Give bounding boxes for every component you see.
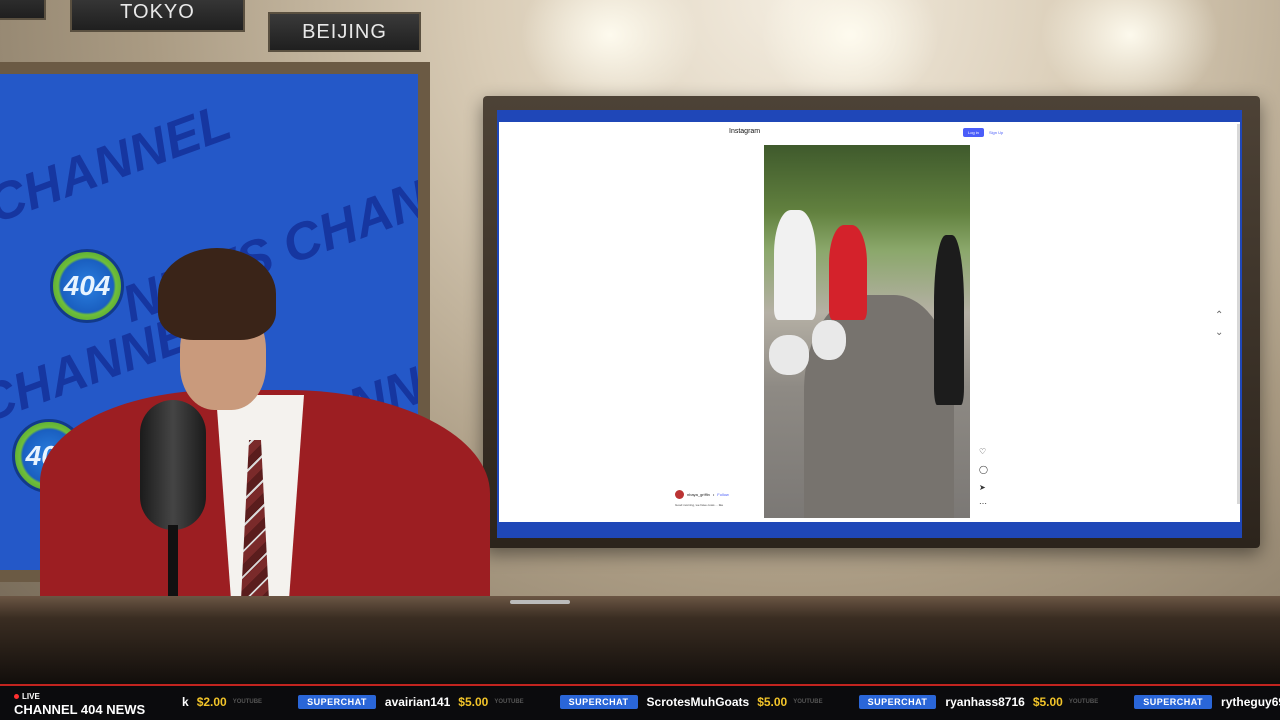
live-dot-icon xyxy=(14,694,19,699)
superchat-badge: SUPERCHAT xyxy=(559,695,638,709)
ticker-brand: LIVE CHANNEL 404 NEWS xyxy=(0,686,176,720)
avatar[interactable] xyxy=(675,490,684,499)
person-white-shirt xyxy=(774,210,816,320)
donation-source: YOUTUBE xyxy=(232,699,263,705)
live-label: LIVE xyxy=(22,692,40,701)
ticker-item: SUPERCHAT rytheguy691 xyxy=(1134,695,1280,709)
spotlight xyxy=(760,0,940,110)
donation-source: YOUTUBE xyxy=(1068,699,1099,705)
donation-source: YOUTUBE xyxy=(793,699,823,705)
post-author: nbaya_griffin • Follow xyxy=(675,490,729,499)
donor-name: ScrotesMuhGoats xyxy=(646,695,750,709)
donation-amount: $5.00 xyxy=(757,695,788,709)
chevron-up-icon[interactable]: ⌃ xyxy=(1215,310,1223,321)
watermark-text: CHANNEL xyxy=(0,93,239,235)
superchat-badge: SUPERCHAT xyxy=(298,695,376,709)
share-icon[interactable]: ➤ xyxy=(979,483,986,492)
microphone-icon xyxy=(140,400,206,530)
comment-icon[interactable]: ◯ xyxy=(979,465,988,474)
more-icon[interactable]: ⋯ xyxy=(979,499,987,508)
post-username[interactable]: nbaya_griffin xyxy=(687,492,710,497)
superchat-badge: SUPERCHAT xyxy=(858,695,937,709)
donor-name: avairian141 xyxy=(384,695,451,709)
donor-name: rytheguy691 xyxy=(1221,695,1280,709)
ticker-item: k $2.00 YOUTUBE xyxy=(182,695,262,709)
post-caption: Good morning, we have cows ... like xyxy=(675,503,724,507)
follow-button[interactable]: Follow xyxy=(717,492,729,497)
superchat-badge: SUPERCHAT xyxy=(1134,695,1213,709)
ticker-item: SUPERCHAT ryanhass8716 $5.00 YOUTUBE xyxy=(858,695,1099,709)
goat xyxy=(812,320,846,360)
goat xyxy=(769,335,809,375)
donation-source: YOUTUBE xyxy=(494,699,524,705)
superchat-ticker: LIVE CHANNEL 404 NEWS k $2.00 YOUTUBE SU… xyxy=(0,684,1280,720)
spotlight xyxy=(520,0,700,110)
live-indicator: LIVE xyxy=(14,692,176,701)
city-sign-tokyo: TOKYO xyxy=(70,0,245,32)
post-video[interactable] xyxy=(764,145,970,518)
heart-icon[interactable]: ♡ xyxy=(979,447,986,456)
news-studio-scene: TOKYO BEIJING CHANNEL NEWS CHANNEL CHANN… xyxy=(0,0,1280,720)
donation-amount: $5.00 xyxy=(458,695,489,709)
signup-link[interactable]: Sign Up xyxy=(989,130,1003,135)
city-sign-partial xyxy=(0,0,46,20)
anchor-hair xyxy=(158,248,276,340)
page-scrollbar[interactable] xyxy=(1237,124,1240,504)
chevron-down-icon[interactable]: ⌄ xyxy=(1215,327,1223,338)
ticker-items: k $2.00 YOUTUBE SUPERCHAT avairian141 $5… xyxy=(182,695,1280,709)
news-anchor xyxy=(40,240,500,620)
donor-name: k xyxy=(182,695,189,709)
ticker-item: SUPERCHAT avairian141 $5.00 YOUTUBE xyxy=(298,695,524,709)
city-sign-beijing: BEIJING xyxy=(268,12,421,52)
donation-amount: $5.00 xyxy=(1032,695,1063,709)
separator-dot: • xyxy=(712,492,715,497)
donor-name: ryanhass8716 xyxy=(945,695,1025,709)
browser-window: Instagram Log in Sign Up ⌃ ⌄ ♡ ◯ ➤ ⋯ nba… xyxy=(499,122,1240,522)
monitor-screen: Instagram Log in Sign Up ⌃ ⌄ ♡ ◯ ➤ ⋯ nba… xyxy=(497,110,1242,538)
instagram-logo-text[interactable]: Instagram xyxy=(729,128,760,135)
pen-on-desk xyxy=(510,600,570,604)
donation-amount: $2.00 xyxy=(196,695,227,709)
spotlight xyxy=(1040,0,1220,110)
ticker-item: SUPERCHAT ScrotesMuhGoats $5.00 YOUTUBE xyxy=(559,695,823,709)
news-desk xyxy=(0,596,1280,684)
channel-name: CHANNEL 404 NEWS xyxy=(14,702,146,717)
login-button[interactable]: Log in xyxy=(963,128,984,137)
person-dark-suit xyxy=(934,235,964,405)
person-red-dress xyxy=(829,225,867,320)
